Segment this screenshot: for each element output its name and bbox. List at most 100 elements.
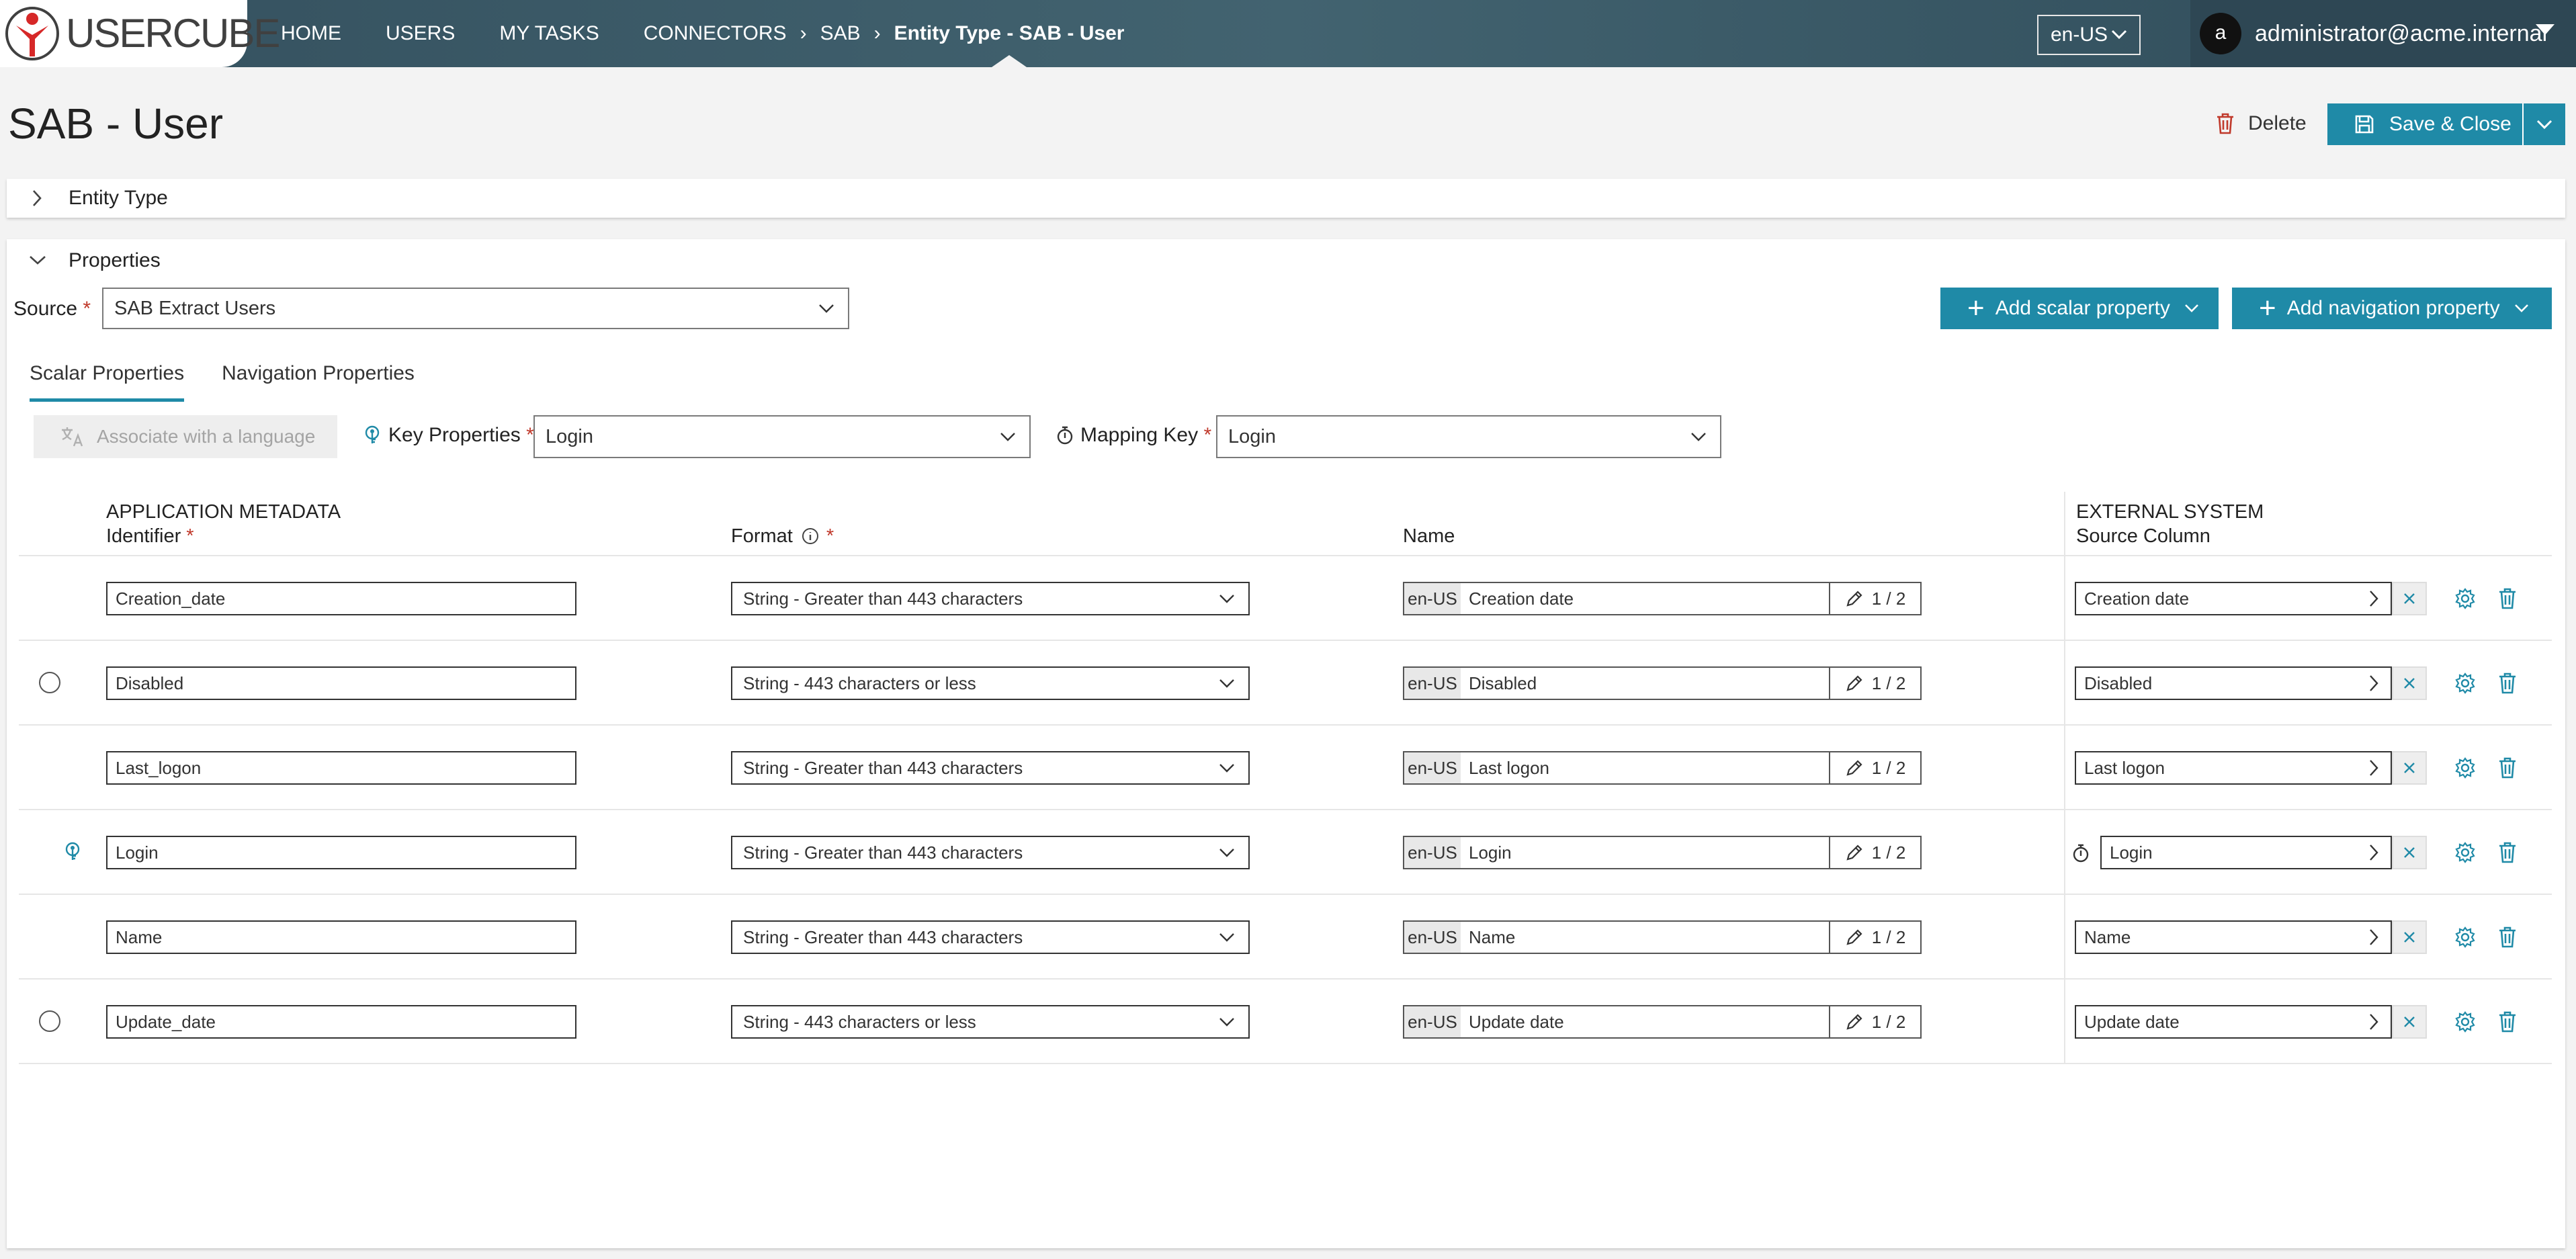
save-close-button[interactable]: Save & Close: [2327, 103, 2565, 145]
row-delete-button[interactable]: [2498, 672, 2517, 698]
nav-users[interactable]: USERS: [386, 0, 455, 67]
entity-type-header[interactable]: Entity Type: [7, 179, 168, 218]
format-select[interactable]: String - 443 characters or less: [731, 1005, 1250, 1039]
name-input[interactable]: Disabled: [1461, 668, 1830, 699]
key-properties-value: Login: [546, 425, 593, 447]
add-scalar-property-button[interactable]: + Add scalar property: [1940, 288, 2219, 329]
table-row: Name String - Greater than 443 characters…: [19, 895, 2552, 980]
radio-button[interactable]: [39, 672, 60, 693]
row-delete-button[interactable]: [2498, 1010, 2517, 1037]
clear-source-button[interactable]: [2392, 666, 2427, 700]
clear-source-button[interactable]: [2392, 836, 2427, 869]
mapping-key-select[interactable]: Login: [1216, 415, 1721, 458]
gear-icon: [2455, 926, 2475, 948]
name-input[interactable]: Creation date: [1461, 583, 1830, 614]
required-marker: *: [83, 298, 91, 320]
format-heading-text: Format: [731, 525, 793, 547]
key-properties-select[interactable]: Login: [533, 415, 1031, 458]
top-bar: USERCUBE HOME USERS MY TASKS CONNECTORS …: [0, 0, 2576, 67]
format-select[interactable]: String - Greater than 443 characters: [731, 836, 1250, 869]
identifier-heading: Identifier *: [106, 524, 341, 548]
identifier-input[interactable]: Creation_date: [106, 582, 576, 615]
chevron-down-icon: [30, 256, 46, 265]
source-column-input[interactable]: Creation date: [2075, 582, 2392, 615]
property-tabs: Scalar Properties Navigation Properties: [30, 355, 452, 402]
identifier-input[interactable]: Last_logon: [106, 751, 576, 785]
identifier-input[interactable]: Login: [106, 836, 576, 869]
source-column-input[interactable]: Last logon: [2075, 751, 2392, 785]
key-properties-label: Key Properties *: [363, 424, 534, 447]
name-translations-button[interactable]: 1 / 2: [1830, 752, 1920, 783]
row-delete-button[interactable]: [2498, 841, 2517, 867]
pencil-icon: [1846, 591, 1862, 607]
tab-navigation-properties[interactable]: Navigation Properties: [222, 355, 415, 402]
source-column-input[interactable]: Name: [2075, 920, 2392, 954]
row-delete-button[interactable]: [2498, 756, 2517, 783]
nav-home[interactable]: HOME: [281, 0, 341, 67]
name-input[interactable]: Login: [1461, 837, 1830, 868]
chevron-down-icon: [1691, 433, 1706, 441]
radio-button[interactable]: [39, 1010, 60, 1032]
identifier-input[interactable]: Name: [106, 920, 576, 954]
name-input[interactable]: Last logon: [1461, 752, 1830, 783]
source-column-value: Login: [2110, 842, 2153, 863]
gear-icon: [2455, 842, 2475, 863]
save-close-main[interactable]: Save & Close: [2327, 103, 2522, 145]
row-settings-button[interactable]: [2454, 672, 2477, 698]
row-delete-button[interactable]: [2498, 587, 2517, 613]
row-settings-button[interactable]: [2454, 1010, 2477, 1037]
name-translations-button[interactable]: 1 / 2: [1830, 668, 1920, 699]
name-input[interactable]: Update date: [1461, 1006, 1830, 1037]
clear-source-button[interactable]: [2392, 1005, 2427, 1039]
row-delete-button[interactable]: [2498, 926, 2517, 952]
row-indicator[interactable]: [30, 1001, 70, 1041]
source-column-input[interactable]: Login: [2100, 836, 2392, 869]
name-input[interactable]: Name: [1461, 922, 1830, 953]
name-count: 1 / 2: [1871, 926, 1906, 947]
chevron-right-icon: ›: [800, 22, 807, 44]
row-settings-button[interactable]: [2454, 841, 2477, 867]
format-select[interactable]: String - 443 characters or less: [731, 666, 1250, 700]
name-translations-button[interactable]: 1 / 2: [1830, 922, 1920, 953]
breadcrumb-connectors[interactable]: CONNECTORS: [644, 0, 787, 67]
name-translations-button[interactable]: 1 / 2: [1830, 1006, 1920, 1037]
clear-source-button[interactable]: [2392, 920, 2427, 954]
properties-header[interactable]: Properties: [7, 239, 161, 282]
delete-button[interactable]: Delete: [2216, 106, 2307, 141]
source-column-field: Name: [2075, 920, 2427, 954]
nav-my-tasks[interactable]: MY TASKS: [499, 0, 599, 67]
row-settings-button[interactable]: [2454, 587, 2477, 613]
clear-source-button[interactable]: [2392, 751, 2427, 785]
name-field: en-US Disabled 1 / 2: [1403, 666, 1922, 700]
logo[interactable]: USERCUBE: [0, 0, 280, 67]
info-icon[interactable]: [801, 527, 820, 546]
row-indicator[interactable]: [30, 662, 70, 703]
chevron-down-icon: [1219, 595, 1234, 603]
format-select[interactable]: String - Greater than 443 characters: [731, 751, 1250, 785]
source-select[interactable]: SAB Extract Users: [102, 288, 849, 329]
chevron-down-icon: [1219, 933, 1234, 942]
source-column-heading: Source Column: [2076, 525, 2210, 547]
clear-source-button[interactable]: [2392, 582, 2427, 615]
source-column-input[interactable]: Disabled: [2075, 666, 2392, 700]
identifier-input[interactable]: Disabled: [106, 666, 576, 700]
source-column-input[interactable]: Update date: [2075, 1005, 2392, 1039]
format-select[interactable]: String - Greater than 443 characters: [731, 920, 1250, 954]
associate-language-button[interactable]: Associate with a language: [34, 415, 337, 458]
name-translations-button[interactable]: 1 / 2: [1830, 837, 1920, 868]
page-title: SAB - User: [8, 99, 224, 148]
add-navigation-property-button[interactable]: + Add navigation property: [2232, 288, 2552, 329]
pencil-icon: [1846, 760, 1862, 776]
chevron-down-icon: [2536, 120, 2552, 130]
row-settings-button[interactable]: [2454, 756, 2477, 783]
main-nav: HOME USERS MY TASKS CONNECTORS › SAB › E…: [281, 0, 1124, 67]
tab-scalar-properties[interactable]: Scalar Properties: [30, 355, 185, 402]
language-select[interactable]: en-US: [2037, 15, 2141, 55]
user-menu[interactable]: a administrator@acme.internal: [2190, 0, 2576, 67]
format-select[interactable]: String - Greater than 443 characters: [731, 582, 1250, 615]
save-options-toggle[interactable]: [2522, 103, 2565, 145]
row-settings-button[interactable]: [2454, 926, 2477, 952]
identifier-input[interactable]: Update_date: [106, 1005, 576, 1039]
name-translations-button[interactable]: 1 / 2: [1830, 583, 1920, 614]
breadcrumb-sab[interactable]: SAB: [820, 0, 861, 67]
